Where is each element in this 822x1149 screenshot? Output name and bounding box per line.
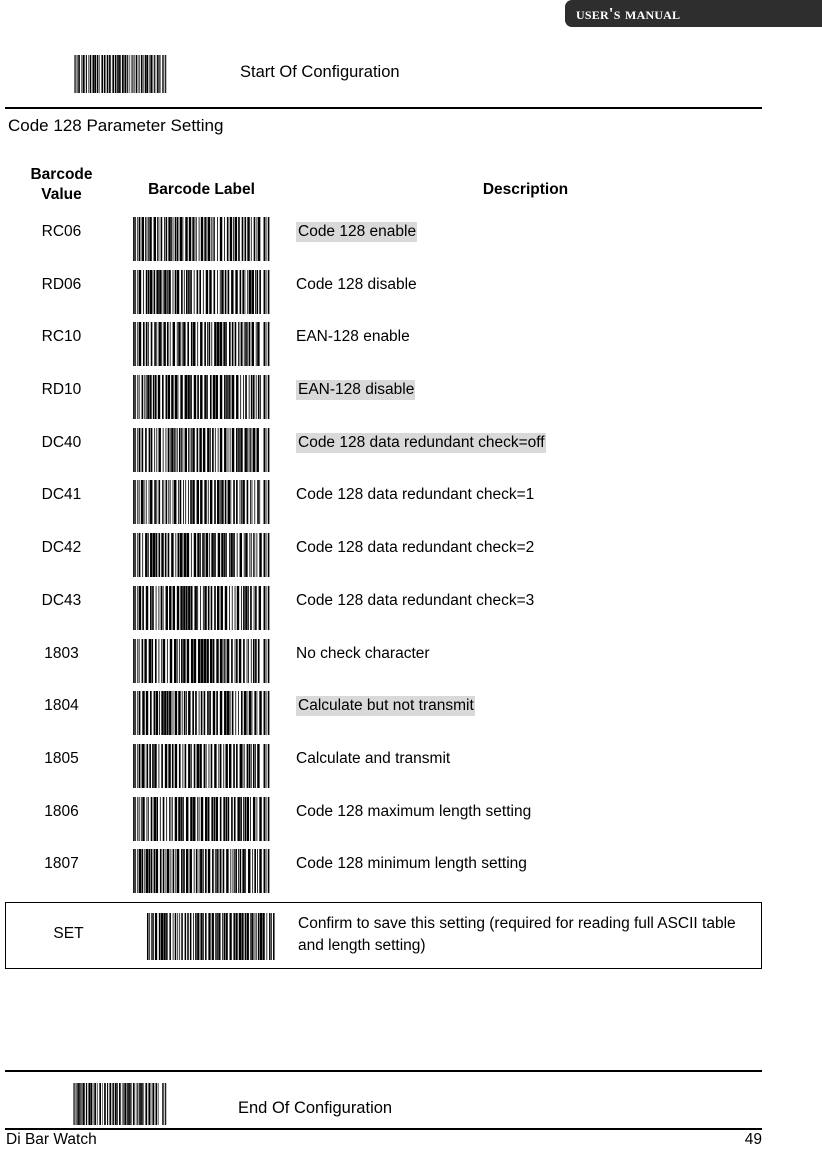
end-of-configuration-label: End Of Configuration (238, 1099, 393, 1117)
table-row: DC42 Code 128 data redundant check=2 (0, 529, 822, 582)
barcode-value-cell: DC42 (41, 539, 82, 557)
description-cell: Code 128 disable (296, 275, 417, 293)
set-barcode (145, 913, 277, 960)
barcode-value-cell: RC06 (41, 223, 82, 240)
column-header-barcode-label: Barcode Label (148, 181, 255, 198)
description-cell: Code 128 data redundant check=off (296, 432, 546, 453)
barcode-value-cell: 1805 (44, 749, 79, 767)
table-row: RD10 EAN-128 disable (0, 371, 822, 424)
manual-header-bar: User's Manual (565, 0, 822, 27)
description-cell: Code 128 maximum length setting (296, 802, 532, 820)
barcode-image[interactable] (131, 269, 272, 314)
parameter-table: RC06 Code 128 enable RD06 Code 128 disable R… (0, 213, 822, 898)
table-row: 1803 No check character (0, 635, 822, 688)
description-cell: Code 128 data redundant check=1 (296, 486, 535, 504)
end-of-configuration-row: End Of Configuration (0, 1081, 822, 1125)
barcode-value-cell: 1807 (44, 855, 79, 873)
table-row: 1805 Calculate and transmit (0, 740, 822, 793)
description-cell: Code 128 data redundant check=2 (296, 539, 535, 557)
end-of-configuration-barcode (72, 1083, 168, 1125)
set-confirm-box[interactable]: SET Confirm to save this setting (requir… (5, 902, 762, 969)
description-text: Code 128 enable (296, 222, 418, 242)
set-barcode-value: SET (53, 925, 84, 942)
table-row: 1807 Code 128 minimum length setting (0, 845, 822, 898)
barcode-value-cell: DC41 (41, 486, 82, 504)
barcode-value-cell: RC10 (41, 328, 82, 346)
start-of-configuration-row: Start Of Configuration (0, 53, 822, 95)
column-header-description: Description (482, 181, 569, 198)
barcode-image[interactable] (131, 480, 272, 525)
table-row: RC06 Code 128 enable (0, 213, 822, 266)
barcode-image[interactable] (131, 638, 272, 683)
barcode-value-cell: 1804 (44, 697, 79, 715)
description-cell: Calculate and transmit (296, 749, 451, 767)
description-cell: EAN-128 enable (296, 328, 410, 346)
barcode-image[interactable] (131, 217, 272, 261)
table-row: 1804 Calculate but not transmit (0, 687, 822, 740)
description-cell: Calculate but not transmit (296, 696, 475, 717)
description-cell: Code 128 minimum length setting (296, 855, 527, 873)
barcode-image[interactable] (131, 322, 272, 367)
footer-divider-bottom (5, 1128, 762, 1130)
set-description: Confirm to save this setting (required f… (298, 915, 736, 955)
barcode-value-cell: 1806 (44, 802, 79, 820)
footer-brand: Di Bar Watch (6, 1131, 97, 1148)
description-cell: EAN-128 disable (296, 380, 416, 401)
manual-title: User's Manual (576, 4, 681, 23)
barcode-image[interactable] (131, 533, 272, 578)
start-of-configuration-barcode (73, 55, 168, 93)
table-header: Barcode Value Barcode Label Description (0, 165, 822, 210)
column-header-barcode-value-line2: Value (41, 185, 82, 203)
barcode-image[interactable] (131, 375, 272, 420)
description-cell: Code 128 enable (296, 222, 418, 242)
barcode-value-cell: DC43 (41, 591, 82, 609)
barcode-image[interactable] (131, 427, 272, 472)
table-row: RD06 Code 128 disable (0, 266, 822, 319)
description-text: Code 128 data redundant check=off (296, 432, 546, 453)
column-header-barcode-value-line1: Barcode (30, 166, 93, 183)
barcode-image[interactable] (131, 691, 272, 736)
description-cell: No check character (296, 644, 430, 662)
table-row: RC10 EAN-128 enable (0, 318, 822, 371)
footer-page-number: 49 (744, 1131, 762, 1148)
section-title: Code 128 Parameter Setting (8, 116, 224, 135)
barcode-value-cell: 1803 (44, 644, 79, 662)
description-text: Calculate but not transmit (296, 696, 475, 717)
section-divider-top (5, 107, 762, 109)
table-row: DC40 Code 128 data redundant check=off (0, 424, 822, 477)
footer-divider-top (5, 1070, 762, 1072)
barcode-image[interactable] (131, 743, 272, 788)
table-row: DC43 Code 128 data redundant check=3 (0, 582, 822, 635)
barcode-value-cell: RD10 (41, 381, 82, 399)
barcode-value-cell: DC40 (41, 433, 82, 451)
table-row: DC41 Code 128 data redundant check=1 (0, 476, 822, 529)
description-text: EAN-128 disable (296, 380, 416, 401)
description-cell: Code 128 data redundant check=3 (296, 591, 535, 609)
barcode-image[interactable] (131, 585, 272, 630)
start-of-configuration-label: Start Of Configuration (240, 63, 400, 81)
table-row: 1806 Code 128 maximum length setting (0, 793, 822, 846)
barcode-image[interactable] (131, 849, 272, 894)
barcode-value-cell: RD06 (41, 275, 82, 293)
column-header-barcode-value: Barcode Value (14, 165, 109, 205)
barcode-image[interactable] (131, 796, 272, 841)
